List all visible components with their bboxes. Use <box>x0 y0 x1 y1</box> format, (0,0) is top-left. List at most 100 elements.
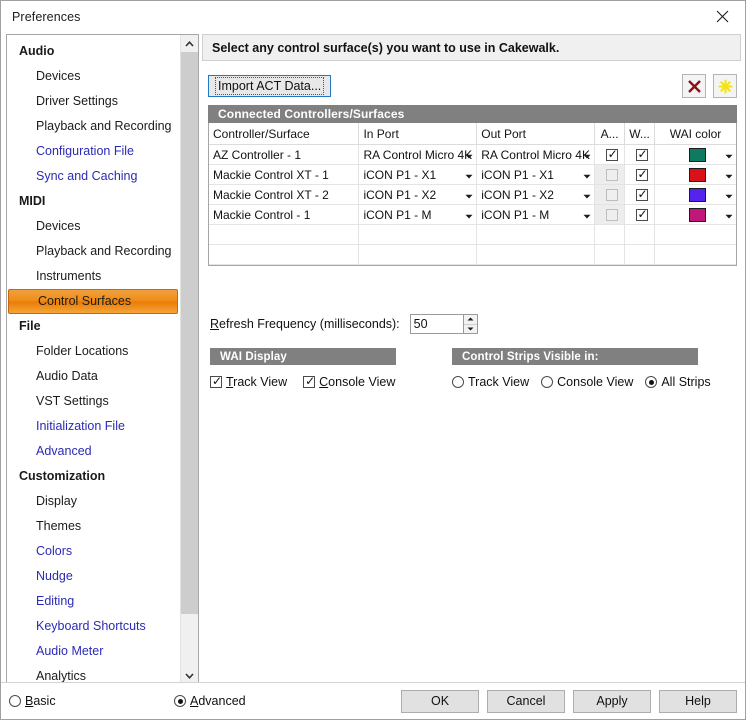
checkbox-checked[interactable]: ✓ <box>635 188 648 202</box>
mode-selector[interactable]: Basic Advanced <box>1 694 246 708</box>
checkbox-checked[interactable]: ✓ <box>605 148 618 162</box>
in-port-dropdown-arrow[interactable] <box>465 188 473 202</box>
strips-radio-track-view[interactable]: Track View <box>452 375 529 389</box>
sidebar-item-audio-meter[interactable]: Audio Meter <box>7 639 180 664</box>
column-header-5[interactable]: WAI color <box>654 123 736 145</box>
cell-wai-color[interactable] <box>654 164 736 185</box>
table-row[interactable]: Mackie Control - 1 iCON P1 - MiCON P1 - M… <box>209 204 736 225</box>
cell-controller-surface[interactable]: Mackie Control - 1 <box>209 204 360 225</box>
sidebar-item-instruments[interactable]: Instruments <box>7 264 180 289</box>
column-header-2[interactable]: Out Port <box>476 123 596 145</box>
control-strips-options[interactable]: Track View Console View All Strips <box>452 365 711 394</box>
dialog-buttons[interactable]: OK Cancel Apply Help <box>401 683 737 719</box>
wai-color-dropdown-arrow[interactable] <box>725 148 733 162</box>
wai-color-dropdown-arrow[interactable] <box>725 208 733 222</box>
wai-color-dropdown-arrow[interactable] <box>725 168 733 182</box>
sidebar-item-devices[interactable]: Devices <box>7 214 180 239</box>
import-act-data-button[interactable]: Import ACT Data... <box>208 75 332 97</box>
sidebar-item-sync-and-caching[interactable]: Sync and Caching <box>7 164 180 189</box>
checkbox-checked[interactable]: ✓ <box>635 208 648 222</box>
mode-radio-basic[interactable]: Basic <box>9 694 174 708</box>
radio-button[interactable] <box>452 376 464 388</box>
refresh-stepper-down[interactable] <box>464 325 477 334</box>
apply-button[interactable]: Apply <box>573 689 651 713</box>
cell-wai-checkbox[interactable]: ✓ <box>624 184 656 205</box>
sidebar-item-colors[interactable]: Colors <box>7 539 180 564</box>
strips-radio-all-strips[interactable]: All Strips <box>645 375 711 389</box>
table-row-empty[interactable] <box>209 224 736 245</box>
cell-out-port[interactable]: RA Control Micro 4K <box>476 144 596 165</box>
refresh-frequency-stepper[interactable] <box>463 314 478 334</box>
sidebar-scroll-up-button[interactable] <box>181 35 198 52</box>
cell-controller-surface[interactable]: Mackie Control XT - 2 <box>209 184 360 205</box>
wai-color-swatch[interactable] <box>689 207 707 222</box>
in-port-dropdown-arrow[interactable] <box>465 168 473 182</box>
radio-button[interactable] <box>9 695 21 707</box>
checkbox-checked[interactable]: ✓ <box>635 148 648 162</box>
cell-controller-surface[interactable]: Mackie Control XT - 1 <box>209 164 360 185</box>
help-button[interactable]: Help <box>659 689 737 713</box>
sidebar-item-themes[interactable]: Themes <box>7 514 180 539</box>
cell-in-port[interactable]: iCON P1 - X2 <box>358 184 478 205</box>
column-header-0[interactable]: Controller/Surface <box>209 123 360 145</box>
sidebar-item-analytics[interactable]: Analytics <box>7 664 180 684</box>
out-port-dropdown-arrow[interactable] <box>583 148 591 162</box>
cell-out-port[interactable]: iCON P1 - M <box>476 204 596 225</box>
close-button[interactable] <box>699 1 745 31</box>
cell-in-port[interactable]: RA Control Micro 4K <box>358 144 478 165</box>
ok-button[interactable]: OK <box>401 689 479 713</box>
checkbox-checked[interactable]: ✓ <box>210 375 222 388</box>
delete-surface-button[interactable] <box>682 74 706 98</box>
table-row[interactable]: AZ Controller - 1 RA Control Micro 4K RA C… <box>209 144 736 165</box>
radio-button[interactable] <box>174 695 186 707</box>
wai-checkbox-onsole-view[interactable]: ✓ Console View <box>303 375 395 389</box>
strips-radio-console-view[interactable]: Console View <box>541 375 633 389</box>
cell-wai-color[interactable] <box>654 204 736 225</box>
preferences-nav-list[interactable]: Audio Devices Driver Settings Playback and … <box>7 35 180 684</box>
cell-wai-color[interactable] <box>654 144 736 165</box>
sidebar-item-devices[interactable]: Devices <box>7 64 180 89</box>
cancel-button[interactable]: Cancel <box>487 689 565 713</box>
in-port-dropdown-arrow[interactable] <box>465 208 473 222</box>
cell-in-port[interactable]: iCON P1 - M <box>358 204 478 225</box>
sidebar-item-folder-locations[interactable]: Folder Locations <box>7 339 180 364</box>
cell-wai-checkbox[interactable]: ✓ <box>624 204 656 225</box>
add-surface-button[interactable] <box>713 74 737 98</box>
sidebar-item-audio-data[interactable]: Audio Data <box>7 364 180 389</box>
table-row[interactable]: Mackie Control XT - 1 iCON P1 - X1 iCON P1… <box>209 164 736 185</box>
mode-radio-advanced[interactable]: Advanced <box>174 694 246 708</box>
wai-checkbox-rack-view[interactable]: ✓ Track View <box>210 375 287 389</box>
surface-table-body[interactable]: AZ Controller - 1 RA Control Micro 4K RA C… <box>209 144 736 265</box>
sidebar-scroll-thumb[interactable] <box>181 52 198 614</box>
sidebar-item-playback-and-recording[interactable]: Playback and Recording <box>7 114 180 139</box>
out-port-dropdown-arrow[interactable] <box>583 188 591 202</box>
sidebar-item-display[interactable]: Display <box>7 489 180 514</box>
radio-button[interactable] <box>645 376 658 388</box>
wai-color-swatch[interactable] <box>689 147 707 162</box>
sidebar-item-control-surfaces[interactable]: Control Surfaces <box>8 289 178 314</box>
wai-color-swatch[interactable] <box>689 187 707 202</box>
sidebar-item-nudge[interactable]: Nudge <box>7 564 180 589</box>
wai-display-options[interactable]: ✓ Track View ✓ Console View <box>210 365 396 394</box>
sidebar-item-keyboard-shortcuts[interactable]: Keyboard Shortcuts <box>7 614 180 639</box>
in-port-dropdown-arrow[interactable] <box>465 148 473 162</box>
sidebar-item-editing[interactable]: Editing <box>7 589 180 614</box>
column-header-3[interactable]: A... <box>594 123 626 145</box>
cell-wai-checkbox[interactable]: ✓ <box>624 164 656 185</box>
table-row[interactable]: Mackie Control XT - 2 iCON P1 - X2 iCON P1… <box>209 184 736 205</box>
cell-wai-checkbox[interactable]: ✓ <box>624 144 656 165</box>
refresh-frequency-input[interactable]: 50 <box>409 314 464 334</box>
column-header-4[interactable]: W... <box>624 123 656 145</box>
radio-button[interactable] <box>541 376 554 388</box>
cell-controller-surface[interactable]: AZ Controller - 1 <box>209 144 360 165</box>
sidebar-item-advanced[interactable]: Advanced <box>7 439 180 464</box>
cell-out-port[interactable]: iCON P1 - X2 <box>476 184 596 205</box>
out-port-dropdown-arrow[interactable] <box>583 168 591 182</box>
sidebar-scrollbar[interactable] <box>180 35 198 684</box>
out-port-dropdown-arrow[interactable] <box>583 208 591 222</box>
refresh-stepper-up[interactable] <box>463 315 477 325</box>
checkbox-checked[interactable]: ✓ <box>303 375 315 388</box>
sidebar-item-configuration-file[interactable]: Configuration File <box>7 139 180 164</box>
sidebar-item-initialization-file[interactable]: Initialization File <box>7 414 180 439</box>
checkbox-checked[interactable]: ✓ <box>635 168 648 182</box>
